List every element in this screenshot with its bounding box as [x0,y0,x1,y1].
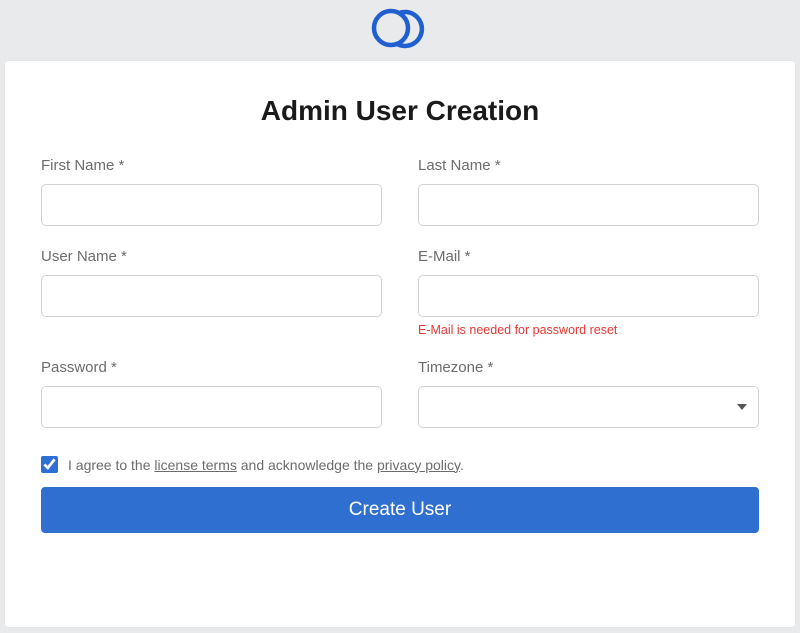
consent-text-prefix: I agree to the [68,457,154,473]
user-name-field: User Name * [41,248,382,337]
email-label: E-Mail * [418,248,759,265]
first-name-label: First Name * [41,157,382,174]
email-hint: E-Mail is needed for password reset [418,323,759,337]
password-label: Password * [41,359,382,376]
consent-checkbox[interactable] [41,456,58,473]
page-title: Admin User Creation [41,95,759,127]
email-field: E-Mail * E-Mail is needed for password r… [418,248,759,337]
user-name-label: User Name * [41,248,382,265]
form-grid: First Name * Last Name * User Name * E-M… [41,157,759,450]
first-name-field: First Name * [41,157,382,226]
license-terms-link[interactable]: license terms [154,457,236,473]
user-name-input[interactable] [41,275,382,317]
privacy-policy-link[interactable]: privacy policy [377,457,460,473]
first-name-input[interactable] [41,184,382,226]
last-name-field: Last Name * [418,157,759,226]
last-name-label: Last Name * [418,157,759,174]
logo-icon [369,0,431,57]
email-input[interactable] [418,275,759,317]
consent-text-suffix: . [460,457,464,473]
password-input[interactable] [41,386,382,428]
consent-text: I agree to the license terms and acknowl… [68,457,464,473]
timezone-field: Timezone * [418,359,759,428]
consent-row: I agree to the license terms and acknowl… [41,456,759,473]
logo-area [0,0,800,60]
form-card: Admin User Creation First Name * Last Na… [4,60,796,628]
timezone-select-wrapper [418,386,759,428]
create-user-button[interactable]: Create User [41,487,759,533]
password-field: Password * [41,359,382,428]
timezone-select[interactable] [418,386,759,428]
last-name-input[interactable] [418,184,759,226]
consent-text-middle: and acknowledge the [237,457,377,473]
timezone-label: Timezone * [418,359,759,376]
